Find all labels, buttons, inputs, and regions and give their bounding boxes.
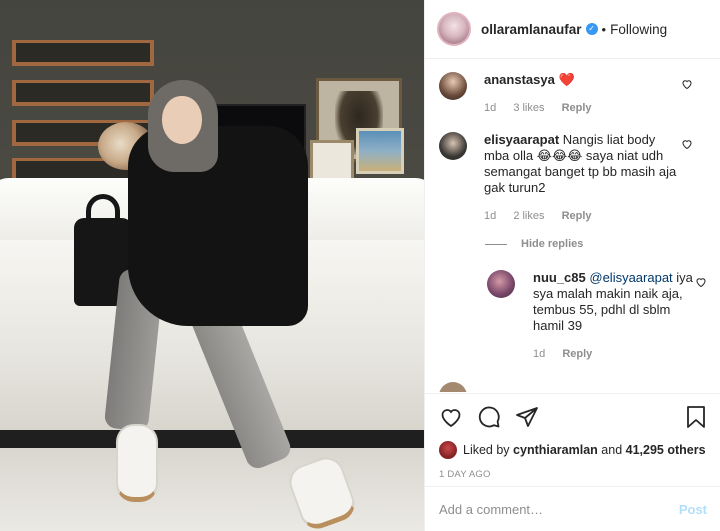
comments-list[interactable]: ananstasya ❤️ 1d 3 likes Reply elisyaara… bbox=[425, 60, 720, 392]
like-comment-heart-icon[interactable] bbox=[681, 78, 693, 90]
reply-item: nuu_c85 @elisyaarapat iya sya malah maki… bbox=[487, 270, 720, 362]
liker-username[interactable]: cynthiaramlan bbox=[513, 443, 598, 457]
comment-time: 1d bbox=[484, 102, 497, 114]
comment-item: elisyaarapat Nangis liat body mba olla 😂… bbox=[439, 132, 720, 224]
post-side-panel: ollaramlanaufar ✓ • Following ananstasya… bbox=[424, 0, 720, 531]
commenter-avatar[interactable] bbox=[439, 72, 467, 100]
reply-button[interactable]: Reply bbox=[562, 348, 592, 360]
reply-avatar[interactable] bbox=[487, 270, 515, 298]
likes-count[interactable]: 41,295 others bbox=[626, 443, 706, 457]
commenter-avatar[interactable] bbox=[439, 382, 467, 392]
hide-replies-label: Hide replies bbox=[521, 238, 584, 250]
reply-username[interactable]: nuu_c85 bbox=[533, 270, 586, 285]
comment-likes[interactable]: 2 likes bbox=[513, 210, 544, 222]
likes-middle: and bbox=[601, 443, 623, 457]
header-separator: • bbox=[601, 21, 607, 37]
landscape-frame bbox=[356, 128, 404, 174]
reply-time: 1d bbox=[533, 348, 546, 360]
hide-replies-toggle[interactable]: Hide replies bbox=[485, 238, 583, 250]
commenter-avatar[interactable] bbox=[439, 132, 467, 160]
comment-item: ananstasya ❤️ 1d 3 likes Reply bbox=[439, 72, 720, 116]
comment-icon[interactable] bbox=[477, 405, 501, 429]
post-actions: Liked by cynthiaramlan and 41,295 others… bbox=[425, 393, 720, 480]
add-comment-input[interactable]: Add a comment… bbox=[439, 502, 679, 517]
author-avatar[interactable] bbox=[437, 12, 471, 46]
post-photo[interactable] bbox=[0, 0, 424, 531]
comment-username[interactable]: ananstasya bbox=[484, 72, 555, 87]
heart-icon[interactable] bbox=[439, 405, 463, 429]
comment-time: 1d bbox=[484, 210, 497, 222]
comment-meta: 1d 2 likes Reply bbox=[484, 208, 680, 224]
reply-meta: 1d Reply bbox=[533, 346, 703, 362]
verified-badge-icon: ✓ bbox=[585, 23, 598, 35]
reply-button[interactable]: Reply bbox=[562, 102, 592, 114]
following-button[interactable]: Following bbox=[610, 22, 667, 37]
post-comment-button[interactable]: Post bbox=[679, 502, 707, 517]
floor bbox=[0, 448, 424, 531]
like-reply-heart-icon[interactable] bbox=[695, 276, 707, 288]
bookmark-icon[interactable] bbox=[685, 405, 707, 429]
comment-username[interactable]: elisyaarapat bbox=[484, 132, 559, 147]
like-comment-heart-icon[interactable] bbox=[681, 138, 693, 150]
author-username[interactable]: ollaramlanaufar bbox=[481, 22, 582, 37]
post-header: ollaramlanaufar ✓ • Following bbox=[425, 0, 720, 59]
face bbox=[162, 96, 202, 144]
post-timestamp[interactable]: 1 DAY AGO bbox=[439, 469, 707, 480]
likes-summary: Liked by cynthiaramlan and 41,295 others bbox=[439, 441, 707, 459]
action-bar bbox=[439, 404, 707, 430]
comment-likes[interactable]: 3 likes bbox=[513, 102, 544, 114]
left-sneaker bbox=[116, 424, 158, 502]
liker-avatar[interactable] bbox=[439, 441, 457, 459]
heart-emoji: ❤️ bbox=[558, 72, 575, 87]
share-icon[interactable] bbox=[515, 405, 539, 429]
reply-mention[interactable]: @elisyaarapat bbox=[589, 270, 672, 285]
hide-replies-line bbox=[485, 243, 507, 245]
sofa-base bbox=[0, 430, 424, 448]
comment-meta: 1d 3 likes Reply bbox=[484, 100, 680, 116]
comment-composer: Add a comment… Post bbox=[425, 486, 720, 531]
likes-prefix: Liked by bbox=[463, 443, 510, 457]
reply-button[interactable]: Reply bbox=[562, 210, 592, 222]
